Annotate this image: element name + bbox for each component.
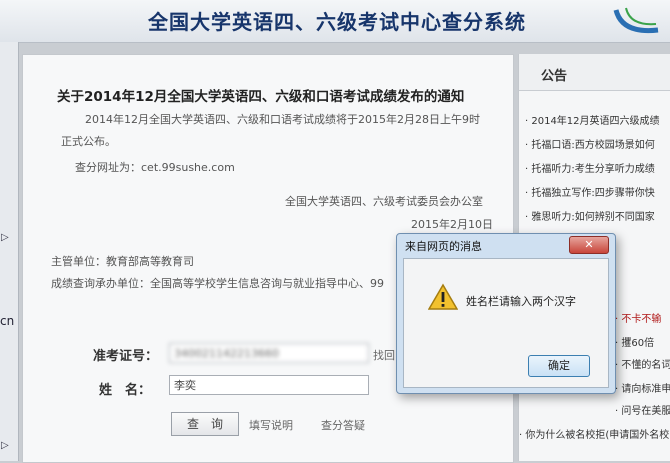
notice-issuer: 全国大学英语四、六级考试委员会办公室 <box>285 195 483 208</box>
provider-line: 成绩查询承办单位：全国高等学校学生信息咨询与就业指导中心、99 <box>51 277 384 290</box>
sidebar-item[interactable]: · 请向标准申请 <box>615 380 670 395</box>
site-title: 全国大学英语四、六级考试中心查分系统 <box>148 10 526 34</box>
close-icon[interactable]: ✕ <box>569 236 609 254</box>
sidebar-item[interactable]: · 问号在美服 <box>615 402 670 417</box>
alert-dialog: 来自网页的消息 ✕ 姓名栏请输入两个汉字 确定 <box>396 233 616 394</box>
query-button[interactable]: 查 询 <box>171 412 239 436</box>
dialog-title: 来自网页的消息 <box>405 240 482 253</box>
dialog-content: 姓名栏请输入两个汉字 确定 <box>403 258 609 388</box>
sidebar-item[interactable]: · 不卡不输 <box>615 310 661 325</box>
name-input[interactable]: 李奕 <box>169 375 369 395</box>
sidebar-header: 公告 <box>519 54 670 91</box>
ok-button[interactable]: 确定 <box>528 355 590 377</box>
warning-icon <box>428 283 458 310</box>
ticket-label: 准考证号： <box>93 349 159 364</box>
ticket-number-input[interactable]: 340021142213660 <box>169 343 369 363</box>
site-header: 全国大学英语四、六级考试中心查分系统 <box>0 0 670 43</box>
recover-ticket-link[interactable]: 找回 <box>373 347 395 363</box>
sidebar-title: 公告 <box>541 69 568 84</box>
help-link[interactable]: 填写说明 <box>249 417 293 433</box>
sponsor-line: 主管单位：教育部高等教育司 <box>51 255 194 268</box>
left-edge-text: cn <box>0 314 15 328</box>
dialog-titlebar[interactable]: 来自网页的消息 ✕ <box>397 234 615 256</box>
name-label: 姓 名： <box>99 383 152 398</box>
left-arrow-icon[interactable]: ▷ <box>1 232 9 243</box>
sidebar-item[interactable]: · 攫60倍 <box>615 334 654 349</box>
logo-swoosh-icon <box>613 7 659 34</box>
query-url: 查分网址为：cet.99sushe.com <box>75 161 235 174</box>
notice-title: 关于2014年12月全国大学英语四、六级和口语考试成绩发布的通知 <box>57 89 465 105</box>
sidebar-item[interactable]: · 2014年12月英语四六级成绩 <box>525 112 660 127</box>
sidebar-item[interactable]: · 你为什么被名校拒(申请国外名校 <box>519 426 669 441</box>
left-arrow-icon[interactable]: ▷ <box>1 440 9 451</box>
notice-body: 2014年12月全国大学英语四、六级和口语考试成绩将于2015年2月28日上午9… <box>61 113 480 148</box>
sidebar-item[interactable]: · 托福口语:西方校园场景如何 <box>525 136 655 151</box>
notice-date: 2015年2月10日 <box>411 218 493 231</box>
left-window-edge: ▷ cn ▷ <box>0 42 19 461</box>
faq-link[interactable]: 查分答疑 <box>321 417 365 433</box>
sidebar-item[interactable]: · 托福独立写作:四步骤带你快 <box>525 184 655 199</box>
dialog-message: 姓名栏请输入两个汉字 <box>466 295 576 308</box>
sidebar-item[interactable]: · 雅思听力:如何辨别不同国家 <box>525 208 655 223</box>
sidebar-item[interactable]: · 托福听力:考生分享听力成绩 <box>525 160 655 175</box>
sidebar-item[interactable]: · 不懂的名词 <box>615 356 670 371</box>
